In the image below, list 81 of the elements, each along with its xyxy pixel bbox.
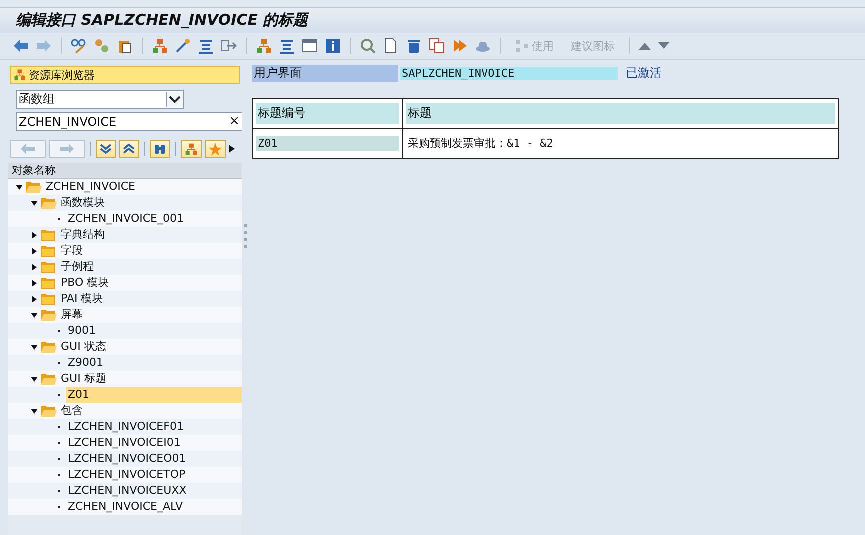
open-folder-icon — [26, 181, 42, 193]
tree-item[interactable]: Z01 — [66, 387, 242, 403]
star-icon — [209, 142, 222, 156]
expanded-triangle-icon[interactable] — [31, 408, 38, 414]
open-folder-icon — [41, 341, 57, 353]
double-chevron-down-icon — [100, 143, 112, 155]
find-button[interactable] — [150, 140, 170, 158]
expanded-triangle-icon[interactable] — [31, 200, 38, 206]
chevron-down-icon — [169, 96, 181, 104]
panel-title: 资源库浏览器 — [29, 68, 95, 82]
hierarchy-icon — [14, 69, 26, 81]
export-arrow-icon — [221, 38, 237, 54]
magic-wand-icon — [175, 38, 191, 54]
more-arrow-icon[interactable] — [229, 145, 235, 153]
column-header: 对象名称 — [8, 163, 242, 179]
collapse-all-button[interactable] — [119, 140, 139, 158]
collapsed-triangle-icon[interactable] — [31, 232, 38, 238]
open-folder-icon — [41, 373, 57, 385]
expanded-triangle-icon[interactable] — [31, 312, 38, 318]
program-name-field: SAPLZCHEN_INVOICE — [400, 66, 618, 80]
search-icon — [360, 38, 376, 54]
tree-item[interactable]: PBO 模块 — [59, 275, 242, 291]
window-icon — [302, 38, 318, 54]
folder-icon — [41, 261, 57, 273]
clipboard-icon — [117, 38, 133, 54]
open-folder-icon — [41, 309, 57, 321]
expand-all-button[interactable] — [96, 140, 116, 158]
page-icon — [383, 38, 399, 54]
collapsed-triangle-icon[interactable] — [31, 296, 38, 302]
double-chevron-up-icon — [123, 143, 135, 155]
text-lines-icon — [279, 38, 295, 54]
folder-icon — [41, 293, 57, 305]
nodes-icon — [515, 39, 529, 53]
collapsed-triangle-icon[interactable] — [31, 280, 38, 286]
up-triangle-icon — [639, 42, 651, 50]
forward-arrow-icon — [36, 38, 52, 54]
tree-item[interactable]: 包含 — [59, 403, 242, 419]
collapsed-triangle-icon[interactable] — [31, 248, 38, 254]
info-icon — [325, 38, 341, 54]
window-title: 编辑接口 SAPLZCHEN_INVOICE 的标题 — [16, 11, 308, 30]
tree-item[interactable]: GUI 状态 — [59, 339, 242, 355]
down-triangle-icon — [658, 42, 670, 50]
hierarchy-icon — [152, 38, 168, 54]
tree-item[interactable]: LZCHEN_INVOICEI01 — [66, 435, 242, 451]
expanded-triangle-icon[interactable] — [31, 344, 38, 350]
hierarchy-icon — [185, 142, 198, 156]
circles-icon — [94, 38, 110, 54]
tree-item[interactable]: 字段 — [59, 243, 242, 259]
tree-item[interactable]: ZCHEN_INVOICE_001 — [66, 211, 242, 227]
add-node-button[interactable] — [181, 140, 202, 158]
status-text: 已激活 — [626, 64, 662, 82]
key-cell: Z01 — [256, 136, 399, 151]
folder-icon — [41, 229, 57, 241]
open-folder-icon — [41, 405, 57, 417]
expanded-triangle-icon[interactable] — [31, 376, 38, 382]
play-icon — [452, 38, 468, 54]
glasses-pencil-icon — [71, 38, 87, 54]
tree-item[interactable]: ZCHEN_INVOICE — [44, 179, 242, 195]
open-folder-icon — [41, 197, 57, 209]
object-name-field[interactable]: ZCHEN_INVOICE × — [16, 112, 242, 131]
folder-icon — [41, 245, 57, 257]
trash-icon — [406, 38, 422, 54]
copy-icon — [429, 38, 445, 54]
resize-handle-icon[interactable] — [244, 224, 246, 248]
tree-item[interactable]: ZCHEN_INVOICE_ALV — [66, 499, 242, 515]
field-label: 用户界面 — [252, 64, 398, 82]
object-type-dropdown[interactable]: 函数组 — [16, 90, 184, 109]
tree-item[interactable]: LZCHEN_INVOICETOP — [66, 467, 242, 483]
tree-structure-icon — [256, 38, 272, 54]
tree-item[interactable]: 屏幕 — [59, 307, 242, 323]
folder-icon — [41, 277, 57, 289]
column-header: 标题编号 — [256, 103, 399, 124]
column-header: 标题 — [406, 103, 835, 124]
back-arrow-icon — [21, 144, 35, 154]
clear-button[interactable]: × — [229, 114, 242, 129]
back-arrow-icon — [13, 38, 29, 54]
collapsed-triangle-icon[interactable] — [31, 264, 38, 270]
list-icon — [198, 38, 214, 54]
expanded-triangle-icon[interactable] — [16, 184, 23, 190]
tree-item[interactable]: GUI 标题 — [59, 371, 242, 387]
forward-arrow-icon — [60, 144, 74, 154]
